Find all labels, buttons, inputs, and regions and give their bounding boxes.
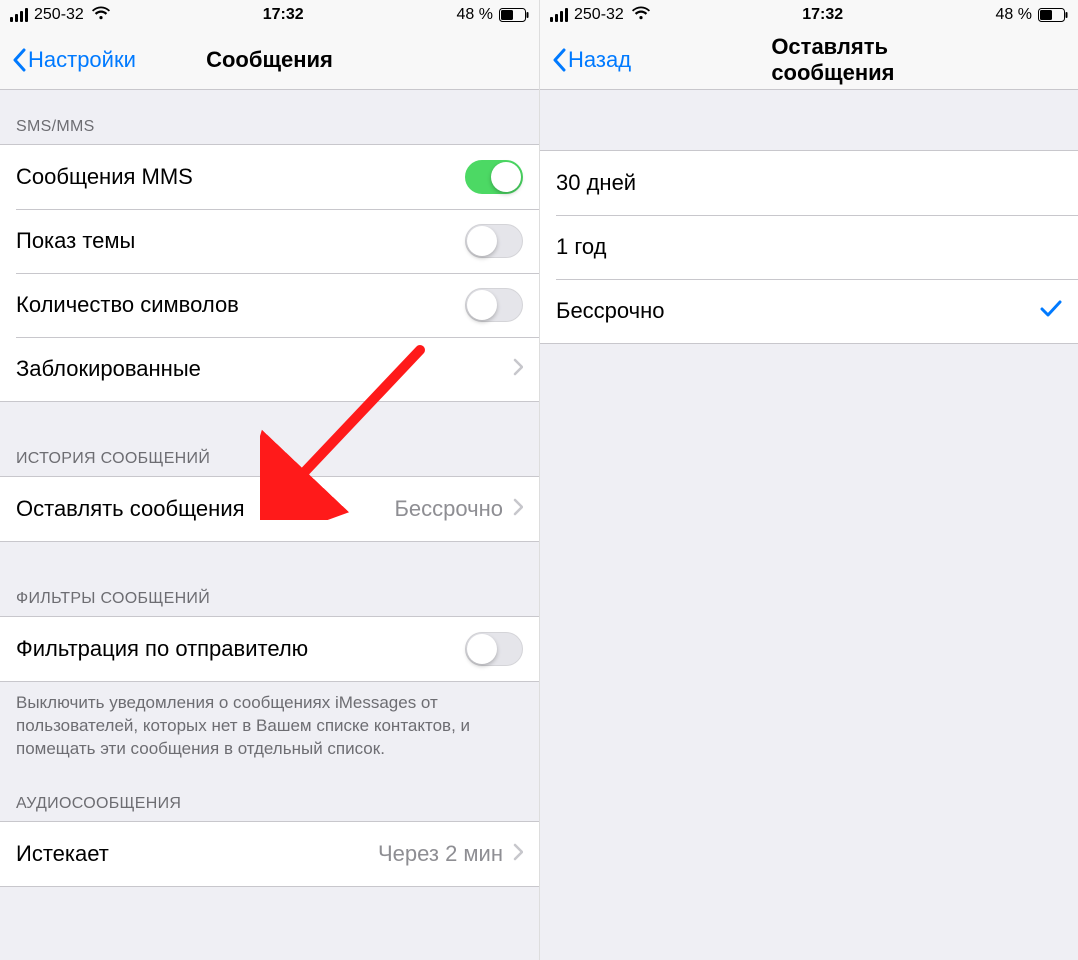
option-1-year[interactable]: 1 год	[540, 215, 1078, 279]
page-title: Оставлять сообщения	[771, 34, 975, 86]
keep-messages-row[interactable]: Оставлять сообщения Бессрочно	[0, 477, 539, 541]
mms-label: Сообщения MMS	[16, 164, 193, 190]
status-bar: 250-32 17:32 48 %	[540, 0, 1078, 30]
charcount-toggle[interactable]	[465, 288, 523, 322]
wifi-icon	[92, 6, 110, 25]
expire-row[interactable]: Истекает Через 2 мин	[0, 822, 539, 886]
messages-settings-screen: 250-32 17:32 48 % Настройки Сообщения SM…	[0, 0, 539, 960]
filter-sender-toggle[interactable]	[465, 632, 523, 666]
subject-toggle[interactable]	[465, 224, 523, 258]
charcount-row[interactable]: Количество символов	[0, 273, 539, 337]
sms-list: Сообщения MMS Показ темы Количество симв…	[0, 144, 539, 402]
status-bar: 250-32 17:32 48 %	[0, 0, 539, 30]
history-list: Оставлять сообщения Бессрочно	[0, 476, 539, 542]
section-header-filters: ФИЛЬТРЫ СООБЩЕНИЙ	[0, 542, 539, 616]
option-label: Бессрочно	[556, 298, 665, 324]
carrier-label: 250-32	[34, 6, 84, 24]
signal-icon	[10, 8, 28, 22]
charcount-label: Количество символов	[16, 292, 239, 318]
section-header-audio: АУДИОСООБЩЕНИЯ	[0, 769, 539, 821]
keep-messages-value: Бессрочно	[394, 496, 503, 522]
chevron-right-icon	[513, 496, 523, 522]
chevron-left-icon	[552, 48, 566, 72]
chevron-right-icon	[513, 841, 523, 867]
battery-percent-label: 48 %	[457, 6, 493, 24]
carrier-label: 250-32	[574, 6, 624, 24]
mms-row[interactable]: Сообщения MMS	[0, 145, 539, 209]
option-30-days[interactable]: 30 дней	[540, 151, 1078, 215]
filter-footer-text: Выключить уведомления о сообщениях iMess…	[0, 682, 539, 769]
page-title: Сообщения	[206, 47, 333, 73]
subject-label: Показ темы	[16, 228, 135, 254]
back-label: Назад	[568, 47, 631, 73]
nav-bar: Настройки Сообщения	[0, 30, 539, 90]
section-header-sms: SMS/MMS	[0, 90, 539, 144]
keep-messages-screen: 250-32 17:32 48 % Назад Оставлять сообще…	[539, 0, 1078, 960]
filters-list: Фильтрация по отправителю	[0, 616, 539, 682]
checkmark-icon	[1040, 298, 1062, 324]
mms-toggle[interactable]	[465, 160, 523, 194]
clock-label: 17:32	[802, 6, 843, 24]
expire-label: Истекает	[16, 841, 109, 867]
filter-sender-row[interactable]: Фильтрация по отправителю	[0, 617, 539, 681]
option-forever[interactable]: Бессрочно	[540, 279, 1078, 343]
nav-bar: Назад Оставлять сообщения	[540, 30, 1078, 90]
subject-row[interactable]: Показ темы	[0, 209, 539, 273]
battery-percent-label: 48 %	[996, 6, 1032, 24]
clock-label: 17:32	[263, 6, 304, 24]
filter-sender-label: Фильтрация по отправителю	[16, 636, 308, 662]
blocked-row[interactable]: Заблокированные	[0, 337, 539, 401]
expire-value: Через 2 мин	[378, 841, 503, 867]
back-button[interactable]: Назад	[552, 47, 631, 73]
battery-icon	[1038, 8, 1068, 22]
wifi-icon	[632, 6, 650, 25]
option-label: 1 год	[556, 234, 606, 260]
section-header-history: ИСТОРИЯ СООБЩЕНИЙ	[0, 402, 539, 476]
chevron-right-icon	[513, 356, 523, 382]
keep-messages-label: Оставлять сообщения	[16, 496, 245, 522]
back-label: Настройки	[28, 47, 136, 73]
keep-options-list: 30 дней 1 год Бессрочно	[540, 150, 1078, 344]
blocked-label: Заблокированные	[16, 356, 201, 382]
option-label: 30 дней	[556, 170, 636, 196]
audio-list: Истекает Через 2 мин	[0, 821, 539, 887]
battery-icon	[499, 8, 529, 22]
chevron-left-icon	[12, 48, 26, 72]
back-button[interactable]: Настройки	[12, 47, 136, 73]
signal-icon	[550, 8, 568, 22]
